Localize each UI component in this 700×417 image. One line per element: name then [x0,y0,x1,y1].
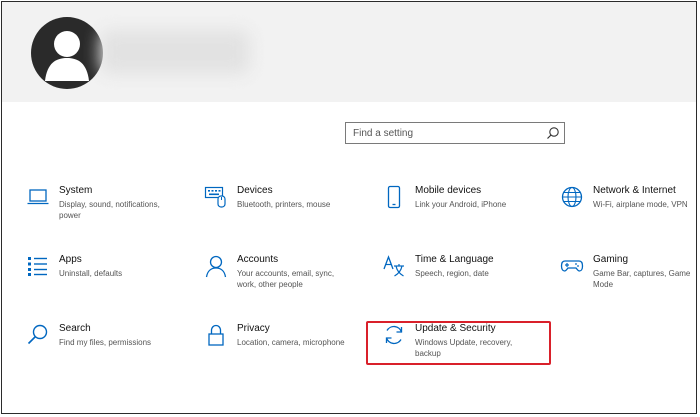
update-security-highlight-box [366,321,551,365]
tile-description: Speech, region, date [415,269,489,278]
tile-description: Game Bar, captures, Game Mode [593,269,691,289]
tile-system[interactable]: System Display, sound, notifications, po… [26,185,186,225]
tile-title: Gaming [593,254,629,265]
profile-header [2,2,696,102]
tile-privacy[interactable]: Privacy Location, camera, microphone [204,323,364,363]
globe-icon [561,186,583,208]
person-icon [205,255,227,278]
tile-search[interactable]: Search Find my files, permissions [26,323,186,363]
tile-title: Privacy [237,323,270,334]
tile-description: Display, sound, notifications, power [59,200,160,220]
laptop-icon [27,189,49,205]
keyboard-icon [204,186,226,208]
phone-icon [387,185,401,209]
tile-apps[interactable]: Apps Uninstall, defaults [26,254,186,294]
tile-time-language[interactable]: Time & Language Speech, region, date [382,254,542,294]
gamepad-icon [560,260,584,272]
user-avatar[interactable] [31,17,103,89]
search-icon[interactable] [546,126,560,140]
person-silhouette-icon [45,31,89,81]
tile-title: Apps [59,254,82,265]
tile-gaming[interactable]: Gaming Game Bar, captures, Game Mode [560,254,696,294]
tile-description: Find my files, permissions [59,338,152,347]
tile-description: Location, camera, microphone [237,338,345,347]
tile-description: Your accounts, email, sync, work, other … [237,269,335,289]
tile-title: Time & Language [415,254,494,265]
tile-title: Devices [237,185,273,196]
search-input[interactable] [346,123,551,143]
tile-title: Mobile devices [415,185,482,196]
blurred-user-name [100,30,250,74]
tile-title: Accounts [237,254,279,265]
tile-description: Uninstall, defaults [59,269,123,278]
settings-window: System Display, sound, notifications, po… [1,1,697,414]
tile-title: Search [59,323,91,334]
lock-icon [208,324,224,346]
tile-title: System [59,185,93,196]
tile-devices[interactable]: Devices Bluetooth, printers, mouse [204,185,364,225]
magnifier-icon [27,324,48,345]
tile-description: Bluetooth, printers, mouse [237,200,331,209]
language-icon [383,255,404,277]
list-icon [28,257,47,276]
tile-title: Network & Internet [593,185,676,196]
tile-description: Link your Android, iPhone [415,200,507,209]
tile-accounts[interactable]: Accounts Your accounts, email, sync, wor… [204,254,364,294]
tile-mobile-devices[interactable]: Mobile devices Link your Android, iPhone [382,185,542,225]
find-setting-search[interactable] [345,122,565,144]
tile-description: Wi-Fi, airplane mode, VPN [593,200,688,209]
tile-network-internet[interactable]: Network & Internet Wi-Fi, airplane mode,… [560,185,696,225]
